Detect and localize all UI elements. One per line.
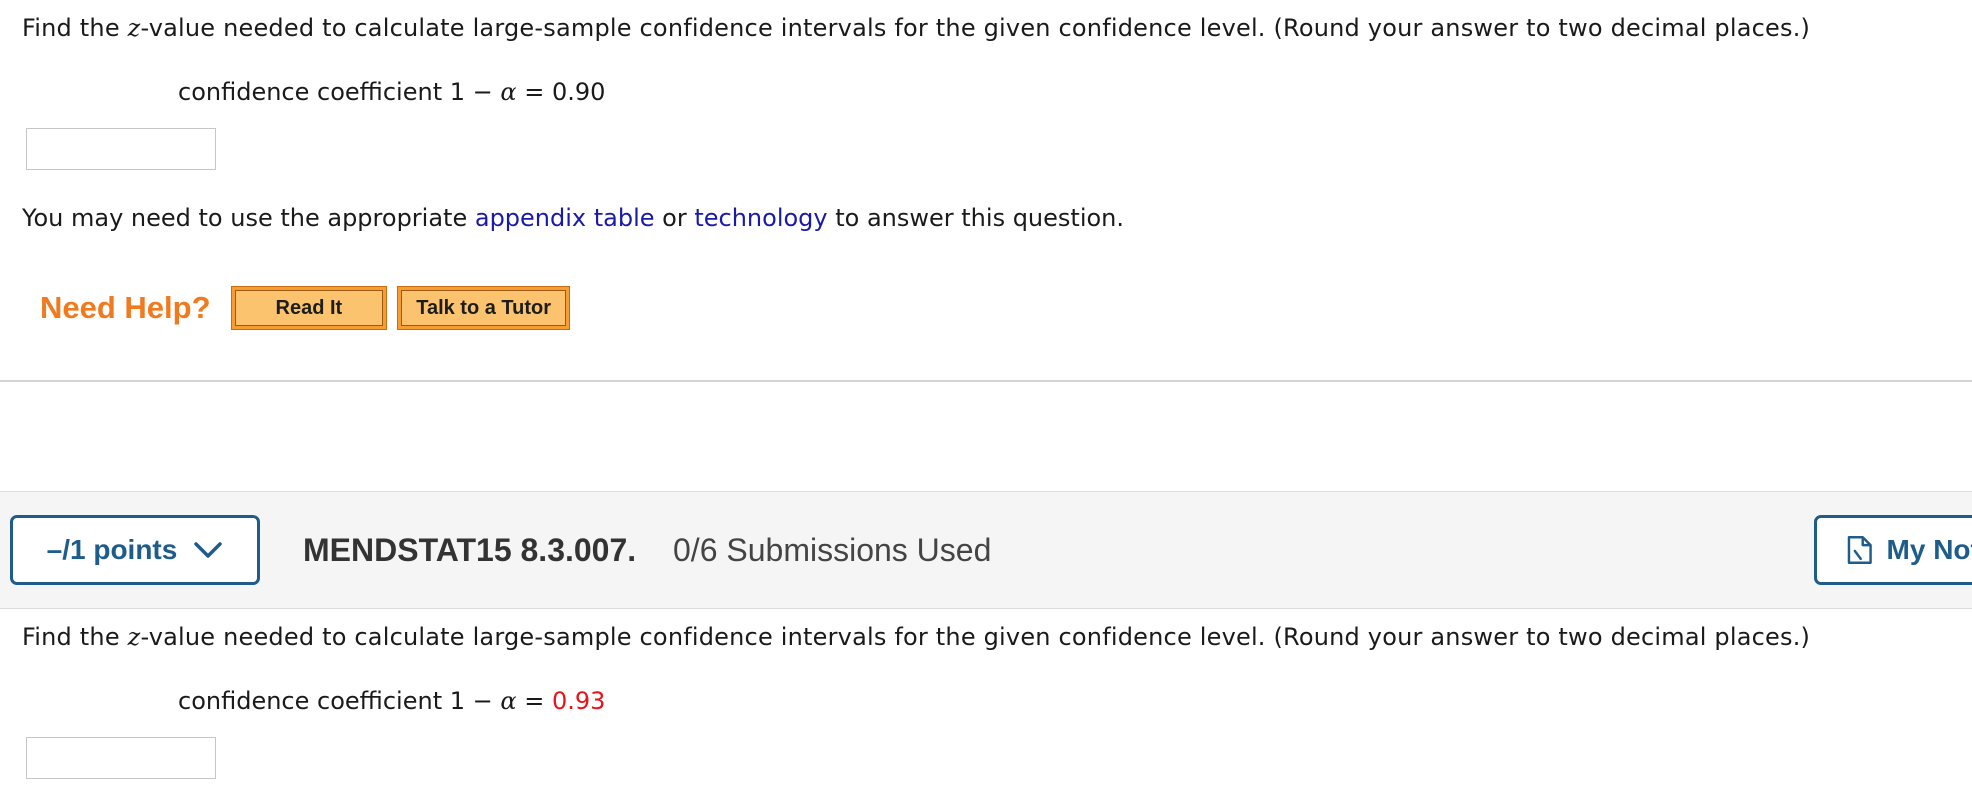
points-dropdown-button[interactable]: –/1 points [10,515,260,585]
resource-note: You may need to use the appropriate appe… [22,204,1124,232]
question2-answer-input[interactable] [26,737,216,779]
coefficient-value: 0.90 [551,78,606,106]
talk-to-tutor-button[interactable]: Talk to a Tutor [397,286,571,330]
technology-link[interactable]: technology [694,204,827,232]
question2-coefficient: confidence coefficient 1 − α = 0.93 [178,687,605,715]
question-id: MENDSTAT15 8.3.007. [303,532,637,568]
points-label: –/1 points [46,534,178,565]
note-text: You may need to use the appropriate [22,204,475,232]
prompt-text: Find the [22,623,128,651]
need-help-label: Need Help? [40,290,211,325]
coefficient-value: 0.93 [551,687,606,715]
chevron-down-icon [194,542,223,558]
alpha-symbol: α [500,687,517,715]
coefficient-label: confidence coefficient 1 − [178,687,501,715]
question1-prompt: Find the z-value needed to calculate lar… [22,14,1810,42]
prompt-text: -value needed to calculate large-sample … [140,14,1811,42]
talk-to-tutor-label: Talk to a Tutor [401,290,567,326]
coefficient-label: confidence coefficient 1 − [178,78,501,106]
z-variable: z [127,14,141,42]
equals-sign: = [516,78,552,106]
z-variable: z [127,623,141,651]
equals-sign: = [516,687,552,715]
submissions-count: 0/6 Submissions Used [673,532,992,568]
appendix-table-link[interactable]: appendix table [475,204,655,232]
my-notes-label: My Notes [1886,534,1972,565]
alpha-symbol: α [500,78,517,106]
need-help-bar: Need Help? Read It Talk to a Tutor [40,286,580,330]
question1-answer-input[interactable] [26,128,216,170]
read-it-label: Read It [234,290,384,326]
my-notes-button[interactable]: My Notes [1814,515,1972,585]
prompt-text: -value needed to calculate large-sample … [140,623,1811,651]
note-text: or [654,204,695,232]
prompt-text: Find the [22,14,128,42]
read-it-button[interactable]: Read It [230,286,388,330]
section-divider [0,380,1972,382]
notes-document-icon [1847,536,1872,564]
note-text: to answer this question. [827,204,1125,232]
question2-prompt: Find the z-value needed to calculate lar… [22,623,1810,651]
question2-header: –/1 points MENDSTAT15 8.3.007. 0/6 Submi… [0,491,1972,609]
question1-coefficient: confidence coefficient 1 − α = 0.90 [178,78,605,106]
